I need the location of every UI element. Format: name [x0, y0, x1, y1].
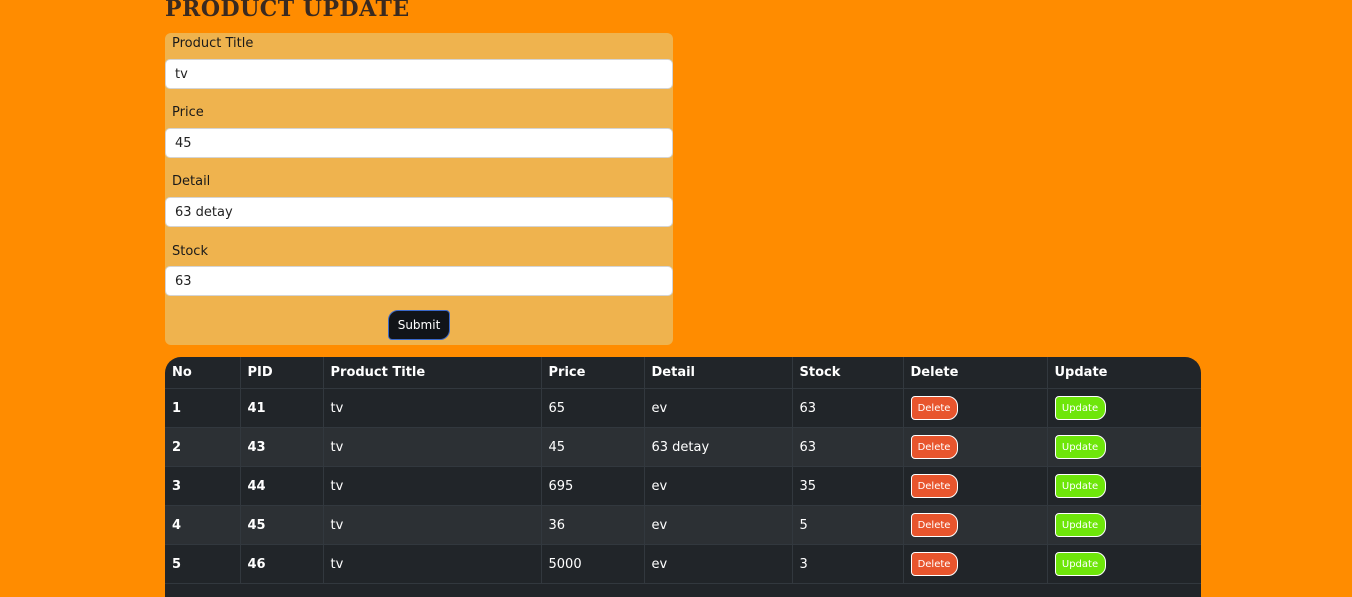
products-table: No PID Product Title Price Detail Stock … [165, 357, 1201, 584]
cell-delete: Delete [903, 388, 1048, 428]
cell-delete: Delete [903, 466, 1048, 506]
cell-update: Update [1047, 505, 1201, 545]
cell-pid: 43 [240, 427, 324, 467]
cell-detail: ev [644, 388, 793, 428]
header-no: No [165, 357, 241, 389]
cell-stock: 63 [792, 388, 904, 428]
cell-update: Update [1047, 427, 1201, 467]
cell-detail: 63 detay [644, 427, 793, 467]
update-button[interactable]: Update [1054, 552, 1106, 576]
table-row: 1 41 tv 65 ev 63 Delete Update [165, 388, 1201, 428]
table-header-row: No PID Product Title Price Detail Stock … [165, 357, 1201, 389]
delete-button[interactable]: Delete [910, 513, 958, 537]
cell-title: tv [323, 427, 542, 467]
submit-button[interactable]: Submit [388, 310, 450, 340]
cell-price: 36 [541, 505, 645, 545]
cell-price: 5000 [541, 544, 645, 584]
cell-update: Update [1047, 466, 1201, 506]
cell-delete: Delete [903, 505, 1048, 545]
table-row: 4 45 tv 36 ev 5 Delete Update [165, 505, 1201, 545]
table-row: 5 46 tv 5000 ev 3 Delete Update [165, 544, 1201, 584]
update-button[interactable]: Update [1054, 435, 1106, 459]
stock-input[interactable] [165, 266, 673, 296]
cell-no: 5 [165, 544, 241, 584]
product-title-input[interactable] [165, 59, 673, 89]
table-row: 2 43 tv 45 63 detay 63 Delete Update [165, 427, 1201, 467]
cell-pid: 46 [240, 544, 324, 584]
update-button[interactable]: Update [1054, 396, 1106, 420]
cell-pid: 45 [240, 505, 324, 545]
header-stock: Stock [792, 357, 904, 389]
products-table-wrapper: No PID Product Title Price Detail Stock … [165, 357, 1201, 597]
cell-title: tv [323, 505, 542, 545]
cell-title: tv [323, 466, 542, 506]
header-pid: PID [240, 357, 324, 389]
delete-button[interactable]: Delete [910, 474, 958, 498]
cell-no: 2 [165, 427, 241, 467]
page-title: Product Update [165, 0, 410, 22]
price-label: Price [172, 105, 204, 120]
stock-label: Stock [172, 244, 208, 259]
cell-price: 695 [541, 466, 645, 506]
product-update-form: Product Title Price Detail Stock Submit [165, 33, 673, 345]
cell-detail: ev [644, 466, 793, 506]
cell-stock: 3 [792, 544, 904, 584]
cell-update: Update [1047, 388, 1201, 428]
header-delete: Delete [903, 357, 1048, 389]
detail-input[interactable] [165, 197, 673, 227]
price-input[interactable] [165, 128, 673, 158]
cell-pid: 44 [240, 466, 324, 506]
table-row: 3 44 tv 695 ev 35 Delete Update [165, 466, 1201, 506]
cell-delete: Delete [903, 544, 1048, 584]
detail-label: Detail [172, 174, 211, 189]
update-button[interactable]: Update [1054, 513, 1106, 537]
delete-button[interactable]: Delete [910, 396, 958, 420]
cell-detail: ev [644, 544, 793, 584]
delete-button[interactable]: Delete [910, 435, 958, 459]
header-price: Price [541, 357, 645, 389]
cell-stock: 5 [792, 505, 904, 545]
product-title-label: Product Title [172, 36, 254, 51]
cell-detail: ev [644, 505, 793, 545]
cell-title: tv [323, 388, 542, 428]
cell-update: Update [1047, 544, 1201, 584]
header-detail: Detail [644, 357, 793, 389]
cell-delete: Delete [903, 427, 1048, 467]
cell-no: 4 [165, 505, 241, 545]
cell-stock: 63 [792, 427, 904, 467]
cell-no: 3 [165, 466, 241, 506]
header-product-title: Product Title [323, 357, 542, 389]
update-button[interactable]: Update [1054, 474, 1106, 498]
cell-title: tv [323, 544, 542, 584]
cell-pid: 41 [240, 388, 324, 428]
cell-stock: 35 [792, 466, 904, 506]
header-update: Update [1047, 357, 1201, 389]
cell-price: 65 [541, 388, 645, 428]
delete-button[interactable]: Delete [910, 552, 958, 576]
cell-price: 45 [541, 427, 645, 467]
cell-no: 1 [165, 388, 241, 428]
